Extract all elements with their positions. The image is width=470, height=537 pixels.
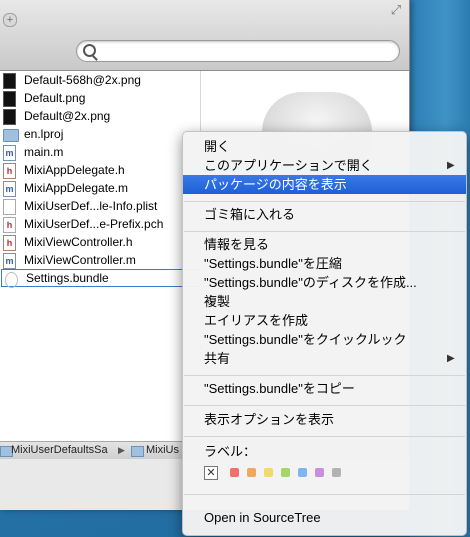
file-name: Default.png — [24, 91, 86, 105]
menu-label-heading: ラベル： — [183, 442, 466, 461]
file-name: MixiViewController.h — [24, 235, 133, 249]
menu-item-make-alias[interactable]: エイリアスを作成 — [183, 311, 466, 330]
folder-icon — [3, 129, 19, 142]
menu-item-move-to-trash[interactable]: ゴミ箱に入れる — [183, 205, 466, 224]
m-file-icon: m — [3, 181, 16, 197]
h-file-icon: h — [3, 163, 16, 179]
search-icon — [83, 44, 96, 57]
path-separator-icon: ▶ — [118, 445, 125, 455]
menu-item-show-package-contents[interactable]: パッケージの内容を表示 — [183, 175, 466, 194]
window-toolbar: + ⤢ — [0, 0, 409, 71]
menu-item-label: 表示オプションを表示 — [204, 412, 335, 427]
label-color-swatch[interactable] — [247, 468, 256, 477]
menu-item-label: "Settings.bundle"をコピー — [204, 381, 355, 396]
pch-file-icon: h — [3, 217, 16, 233]
menu-item-label: パッケージの内容を表示 — [204, 177, 347, 192]
label-color-swatch[interactable] — [264, 468, 273, 477]
context-menu: 開く このアプリケーションで開く ▶ パッケージの内容を表示 ゴミ箱に入れる 情… — [182, 131, 467, 536]
file-name: MixiAppDelegate.h — [24, 163, 125, 177]
menu-item-label: ラベル： — [204, 444, 257, 459]
menu-separator — [184, 375, 465, 376]
file-row[interactable]: m MixiAppDelegate.m — [0, 179, 200, 197]
file-name: MixiUserDef...le-Info.plist — [24, 199, 158, 213]
menu-item-label: ゴミ箱に入れる — [204, 207, 296, 222]
label-color-swatch[interactable] — [298, 468, 307, 477]
file-name: Default@2x.png — [24, 109, 111, 123]
menu-separator — [184, 405, 465, 406]
menu-separator — [184, 436, 465, 437]
submenu-arrow-icon: ▶ — [447, 353, 455, 364]
file-row[interactable]: MixiUserDef...le-Info.plist — [0, 197, 200, 215]
menu-separator — [184, 231, 465, 232]
label-color-swatch[interactable] — [315, 468, 324, 477]
file-row[interactable]: m MixiViewController.m — [0, 251, 200, 269]
file-name: en.lproj — [24, 127, 64, 141]
file-name: MixiViewController.m — [24, 253, 136, 267]
file-row[interactable]: en.lproj — [0, 125, 200, 143]
menu-separator — [184, 494, 465, 495]
file-row[interactable]: h MixiViewController.h — [0, 233, 200, 251]
file-list: Default-568h@2x.png Default.png Default@2x… — [0, 71, 201, 441]
file-name: Default-568h@2x.png — [24, 73, 141, 87]
menu-item-label: 開く — [204, 139, 231, 154]
menu-item-copy[interactable]: "Settings.bundle"をコピー — [183, 379, 466, 398]
menu-item-duplicate[interactable]: 複製 — [183, 292, 466, 311]
add-icon[interactable]: + — [3, 13, 17, 27]
menu-item-view-options[interactable]: 表示オプションを表示 — [183, 410, 466, 429]
file-row[interactable]: Default@2x.png — [0, 107, 200, 125]
png-icon — [3, 91, 16, 107]
menu-item-label: 情報を見る — [204, 237, 270, 252]
plist-file-icon — [3, 199, 16, 215]
fullscreen-icon[interactable]: ⤢ — [388, 2, 404, 18]
menu-item-label: Open in SourceTree — [204, 510, 321, 525]
menu-separator — [184, 201, 465, 202]
file-row[interactable]: Default-568h@2x.png — [0, 71, 200, 89]
file-name: main.m — [24, 145, 64, 159]
label-color-swatch[interactable] — [281, 468, 290, 477]
file-name: MixiUserDef...e-Prefix.pch — [24, 217, 164, 231]
png-icon — [3, 73, 16, 89]
file-row[interactable]: Default.png — [0, 89, 200, 107]
h-file-icon: h — [3, 235, 16, 251]
file-name: MixiAppDelegate.m — [24, 181, 129, 195]
search-field[interactable] — [76, 40, 400, 62]
label-color-swatch[interactable] — [230, 468, 239, 477]
path-item[interactable]: MixiUs — [146, 442, 179, 459]
menu-item-open-with[interactable]: このアプリケーションで開く ▶ — [183, 156, 466, 175]
label-color-swatch[interactable] — [332, 468, 341, 477]
file-row[interactable]: m main.m — [0, 143, 200, 161]
menu-item-label: 複製 — [204, 294, 231, 309]
file-name: Settings.bundle — [26, 271, 109, 285]
menu-item-burn[interactable]: "Settings.bundle"のディスクを作成... — [183, 273, 466, 292]
menu-item-label: エイリアスを作成 — [204, 313, 309, 328]
file-row[interactable]: h MixiUserDef...e-Prefix.pch — [0, 215, 200, 233]
menu-item-share[interactable]: 共有 ▶ — [183, 349, 466, 368]
menu-item-label: このアプリケーションで開く — [204, 158, 373, 173]
menu-item-label: "Settings.bundle"を圧縮 — [204, 256, 342, 271]
menu-item-quick-look[interactable]: "Settings.bundle"をクイックルック — [183, 330, 466, 349]
menu-item-label: "Settings.bundle"をクイックルック — [204, 332, 407, 347]
menu-item-compress[interactable]: "Settings.bundle"を圧縮 — [183, 254, 466, 273]
menu-item-open[interactable]: 開く — [183, 137, 466, 156]
menu-item-open-in-sourcetree[interactable]: Open in SourceTree — [183, 508, 466, 527]
menu-item-label: "Settings.bundle"のディスクを作成... — [204, 275, 417, 290]
m-file-icon: m — [3, 253, 16, 269]
file-row[interactable]: h MixiAppDelegate.h — [0, 161, 200, 179]
bundle-icon — [5, 272, 18, 288]
file-row[interactable]: Settings.bundle — [1, 269, 201, 288]
path-item[interactable]: MixiUserDefaultsSa — [11, 442, 108, 459]
folder-icon — [131, 446, 144, 457]
menu-item-label: 共有 — [204, 351, 231, 366]
label-none-button[interactable]: ✕ — [204, 466, 218, 480]
submenu-arrow-icon: ▶ — [447, 160, 455, 171]
png-icon — [3, 109, 16, 125]
menu-item-get-info[interactable]: 情報を見る — [183, 235, 466, 254]
m-file-icon: m — [3, 145, 16, 161]
